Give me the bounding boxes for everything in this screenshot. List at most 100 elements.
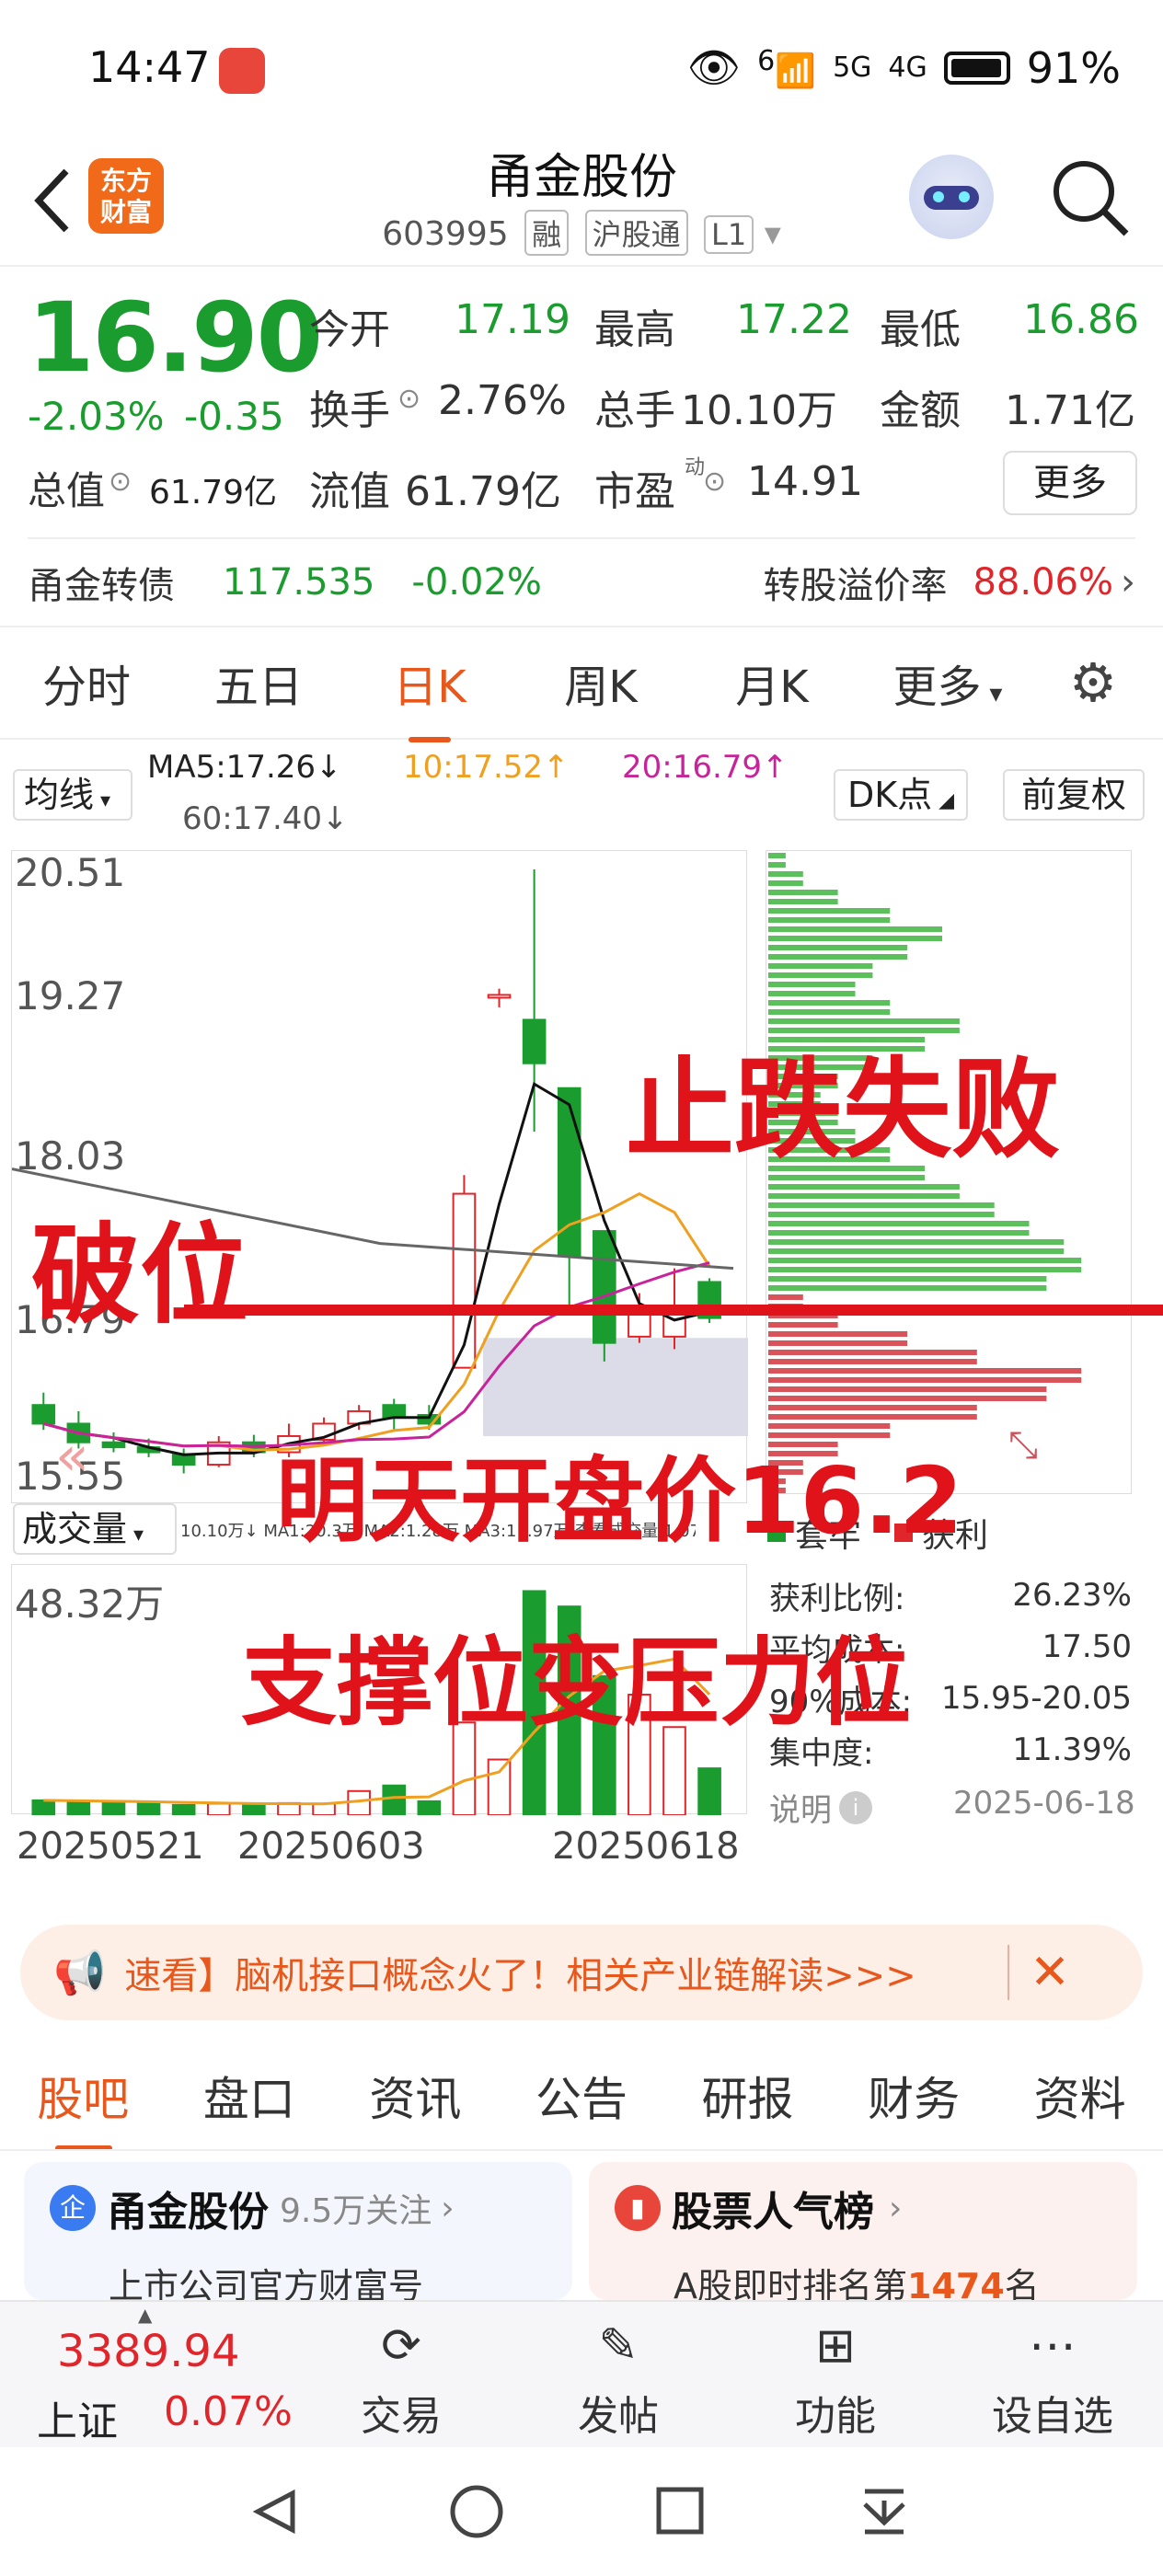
tab-news[interactable]: 资讯: [369, 2063, 461, 2129]
ma60-value: 60:17.40↓: [182, 800, 349, 837]
price-tick: 19.27: [15, 973, 126, 1018]
tab-financials[interactable]: 财务: [868, 2063, 960, 2129]
tab-profile[interactable]: 资料: [1034, 2063, 1126, 2129]
chip-bar-trap: [768, 991, 856, 996]
nav-watchlist[interactable]: ⋯ 设自选: [961, 2309, 1145, 2442]
assistant-avatar[interactable]: [909, 155, 994, 239]
chip-bar-trap: [768, 1239, 1065, 1245]
amount-label: 金额: [880, 387, 961, 434]
tab-announcements[interactable]: 公告: [535, 2063, 628, 2129]
volume-max: 48.32万: [15, 1581, 165, 1627]
date-tick: 20250603: [237, 1825, 425, 1868]
more-button[interactable]: 更多: [1003, 451, 1137, 515]
volume-bar: [242, 1802, 266, 1816]
pe-sup: 动: [685, 456, 706, 479]
tab-more[interactable]: 更多 ▾: [858, 650, 1038, 715]
stock-code: 603995: [382, 215, 509, 253]
tab-intraday[interactable]: 分时: [0, 650, 173, 715]
search-icon[interactable]: [1049, 156, 1132, 239]
date-tick: 20250521: [17, 1825, 204, 1868]
tag-connect: 沪股通: [584, 210, 688, 256]
banner-text: 速看】脑机接口概念火了！相关产业链解读>>>: [124, 1955, 916, 1997]
chip-bar-trap: [768, 1221, 1030, 1226]
volume-value: 10.10万: [681, 387, 837, 434]
volume-bar: [31, 1799, 56, 1816]
info-icon[interactable]: ⊙: [397, 383, 420, 415]
ma-selector[interactable]: 均线 ▾: [13, 769, 132, 821]
high-value: 17.22: [736, 296, 852, 343]
info-icon[interactable]: ⊙: [703, 466, 726, 498]
chip-bar-profit: [768, 1414, 977, 1420]
chip-bar-trap: [768, 871, 803, 877]
info-icon[interactable]: ⊙: [109, 466, 132, 498]
volume-bar: [206, 1802, 231, 1816]
signal-4g-icon: 4G: [888, 52, 927, 84]
candle-body: [101, 1441, 126, 1449]
bond-name: 甬金转债: [28, 565, 175, 607]
adjust-price-button[interactable]: 前复权: [1003, 769, 1145, 821]
turnover-label: 换手: [309, 387, 390, 434]
wifi-icon: 6📶: [757, 45, 817, 90]
volume-selector[interactable]: 成交量 ▾: [13, 1503, 177, 1555]
tab-monthly-k[interactable]: 月K: [686, 650, 858, 715]
chip-stat-value: 26.23%: [1012, 1577, 1132, 1614]
volume-bar: [101, 1800, 126, 1816]
float-value: 61.79亿: [405, 468, 561, 515]
tab-weekly-k[interactable]: 周K: [515, 650, 686, 715]
tab-five-day[interactable]: 五日: [173, 650, 344, 715]
pe-value: 14.91: [747, 458, 863, 505]
back-triangle-icon: [252, 2489, 295, 2535]
index-name: 上证: [37, 2398, 118, 2445]
status-time: 14:47: [88, 42, 211, 92]
chip-bar-trap: [768, 1258, 1082, 1263]
chip-bar-trap: [768, 936, 942, 941]
chip-bar-trap: [768, 853, 786, 858]
candle-body: [522, 1018, 547, 1064]
notification-pull-icon: [863, 2489, 905, 2535]
more-dots-icon: ⋯: [1029, 2318, 1077, 2374]
tab-daily-k[interactable]: 日K: [344, 650, 515, 742]
settings-gear-icon[interactable]: ⚙: [1038, 651, 1148, 714]
nav-functions[interactable]: ⊞ 功能: [743, 2309, 927, 2442]
scroll-left-icon[interactable]: «: [55, 1424, 89, 1489]
nav-post[interactable]: ✎ 发帖: [526, 2309, 710, 2442]
volume-bar: [417, 1800, 442, 1817]
volume-bar: [487, 1758, 512, 1817]
nav-trade[interactable]: ⟳ 交易: [309, 2309, 493, 2442]
volume-bar: [382, 1784, 407, 1817]
pe-label: 市盈: [594, 468, 675, 515]
dk-point-button[interactable]: DK点 ◢: [834, 769, 968, 821]
tab-research[interactable]: 研报: [702, 2063, 794, 2129]
bond-row[interactable]: 甬金转债 117.535 -0.02%: [28, 556, 542, 609]
volume-bar: [697, 1767, 721, 1816]
support-zone: [483, 1338, 748, 1436]
chip-date: 2025-06-18: [953, 1785, 1135, 1822]
premium-row[interactable]: 转股溢价率 88.06% ›: [763, 556, 1135, 609]
yen-cycle-icon: ⟳: [381, 2318, 421, 2374]
tab-forum[interactable]: 股吧: [37, 2063, 129, 2151]
chip-bar-trap: [768, 890, 838, 895]
amount-value: 1.71亿: [1005, 387, 1135, 434]
chip-bar-trap: [768, 862, 786, 868]
home-circle-icon: [450, 2485, 503, 2538]
bond-change: -0.02%: [411, 561, 542, 604]
chip-stat-value: 15.95-20.05: [941, 1680, 1132, 1717]
tab-order-book[interactable]: 盘口: [203, 2063, 295, 2129]
close-icon[interactable]: ✕: [1008, 1945, 1070, 2000]
info-icon: i: [839, 1790, 872, 1824]
ranking-title: 股票人气榜: [672, 2189, 874, 2236]
news-banner[interactable]: 📢 速看】脑机接口概念火了！相关产业链解读>>> ✕: [20, 1925, 1143, 2020]
signal-5g-icon: 5G: [833, 52, 872, 84]
company-card[interactable]: 企 甬金股份 9.5万关注 › 上市公司官方财富号: [24, 2162, 572, 2306]
tag-margin: 融: [524, 210, 570, 256]
chip-bar-trap: [768, 1285, 1047, 1291]
index-value[interactable]: 3389.94: [57, 2326, 240, 2377]
chevron-right-icon: ›: [1121, 561, 1135, 604]
popularity-card[interactable]: ▮ 股票人气榜 › A股即时排名第1474名: [589, 2162, 1137, 2306]
chip-bar-trap: [768, 917, 891, 923]
chevron-right-icon: ›: [441, 2189, 455, 2227]
chip-bar-trap: [768, 982, 856, 987]
chip-bar-profit: [768, 1386, 1047, 1392]
megaphone-icon: 📢: [53, 1947, 107, 1997]
chip-note-row[interactable]: 说明 i: [769, 1785, 872, 1830]
